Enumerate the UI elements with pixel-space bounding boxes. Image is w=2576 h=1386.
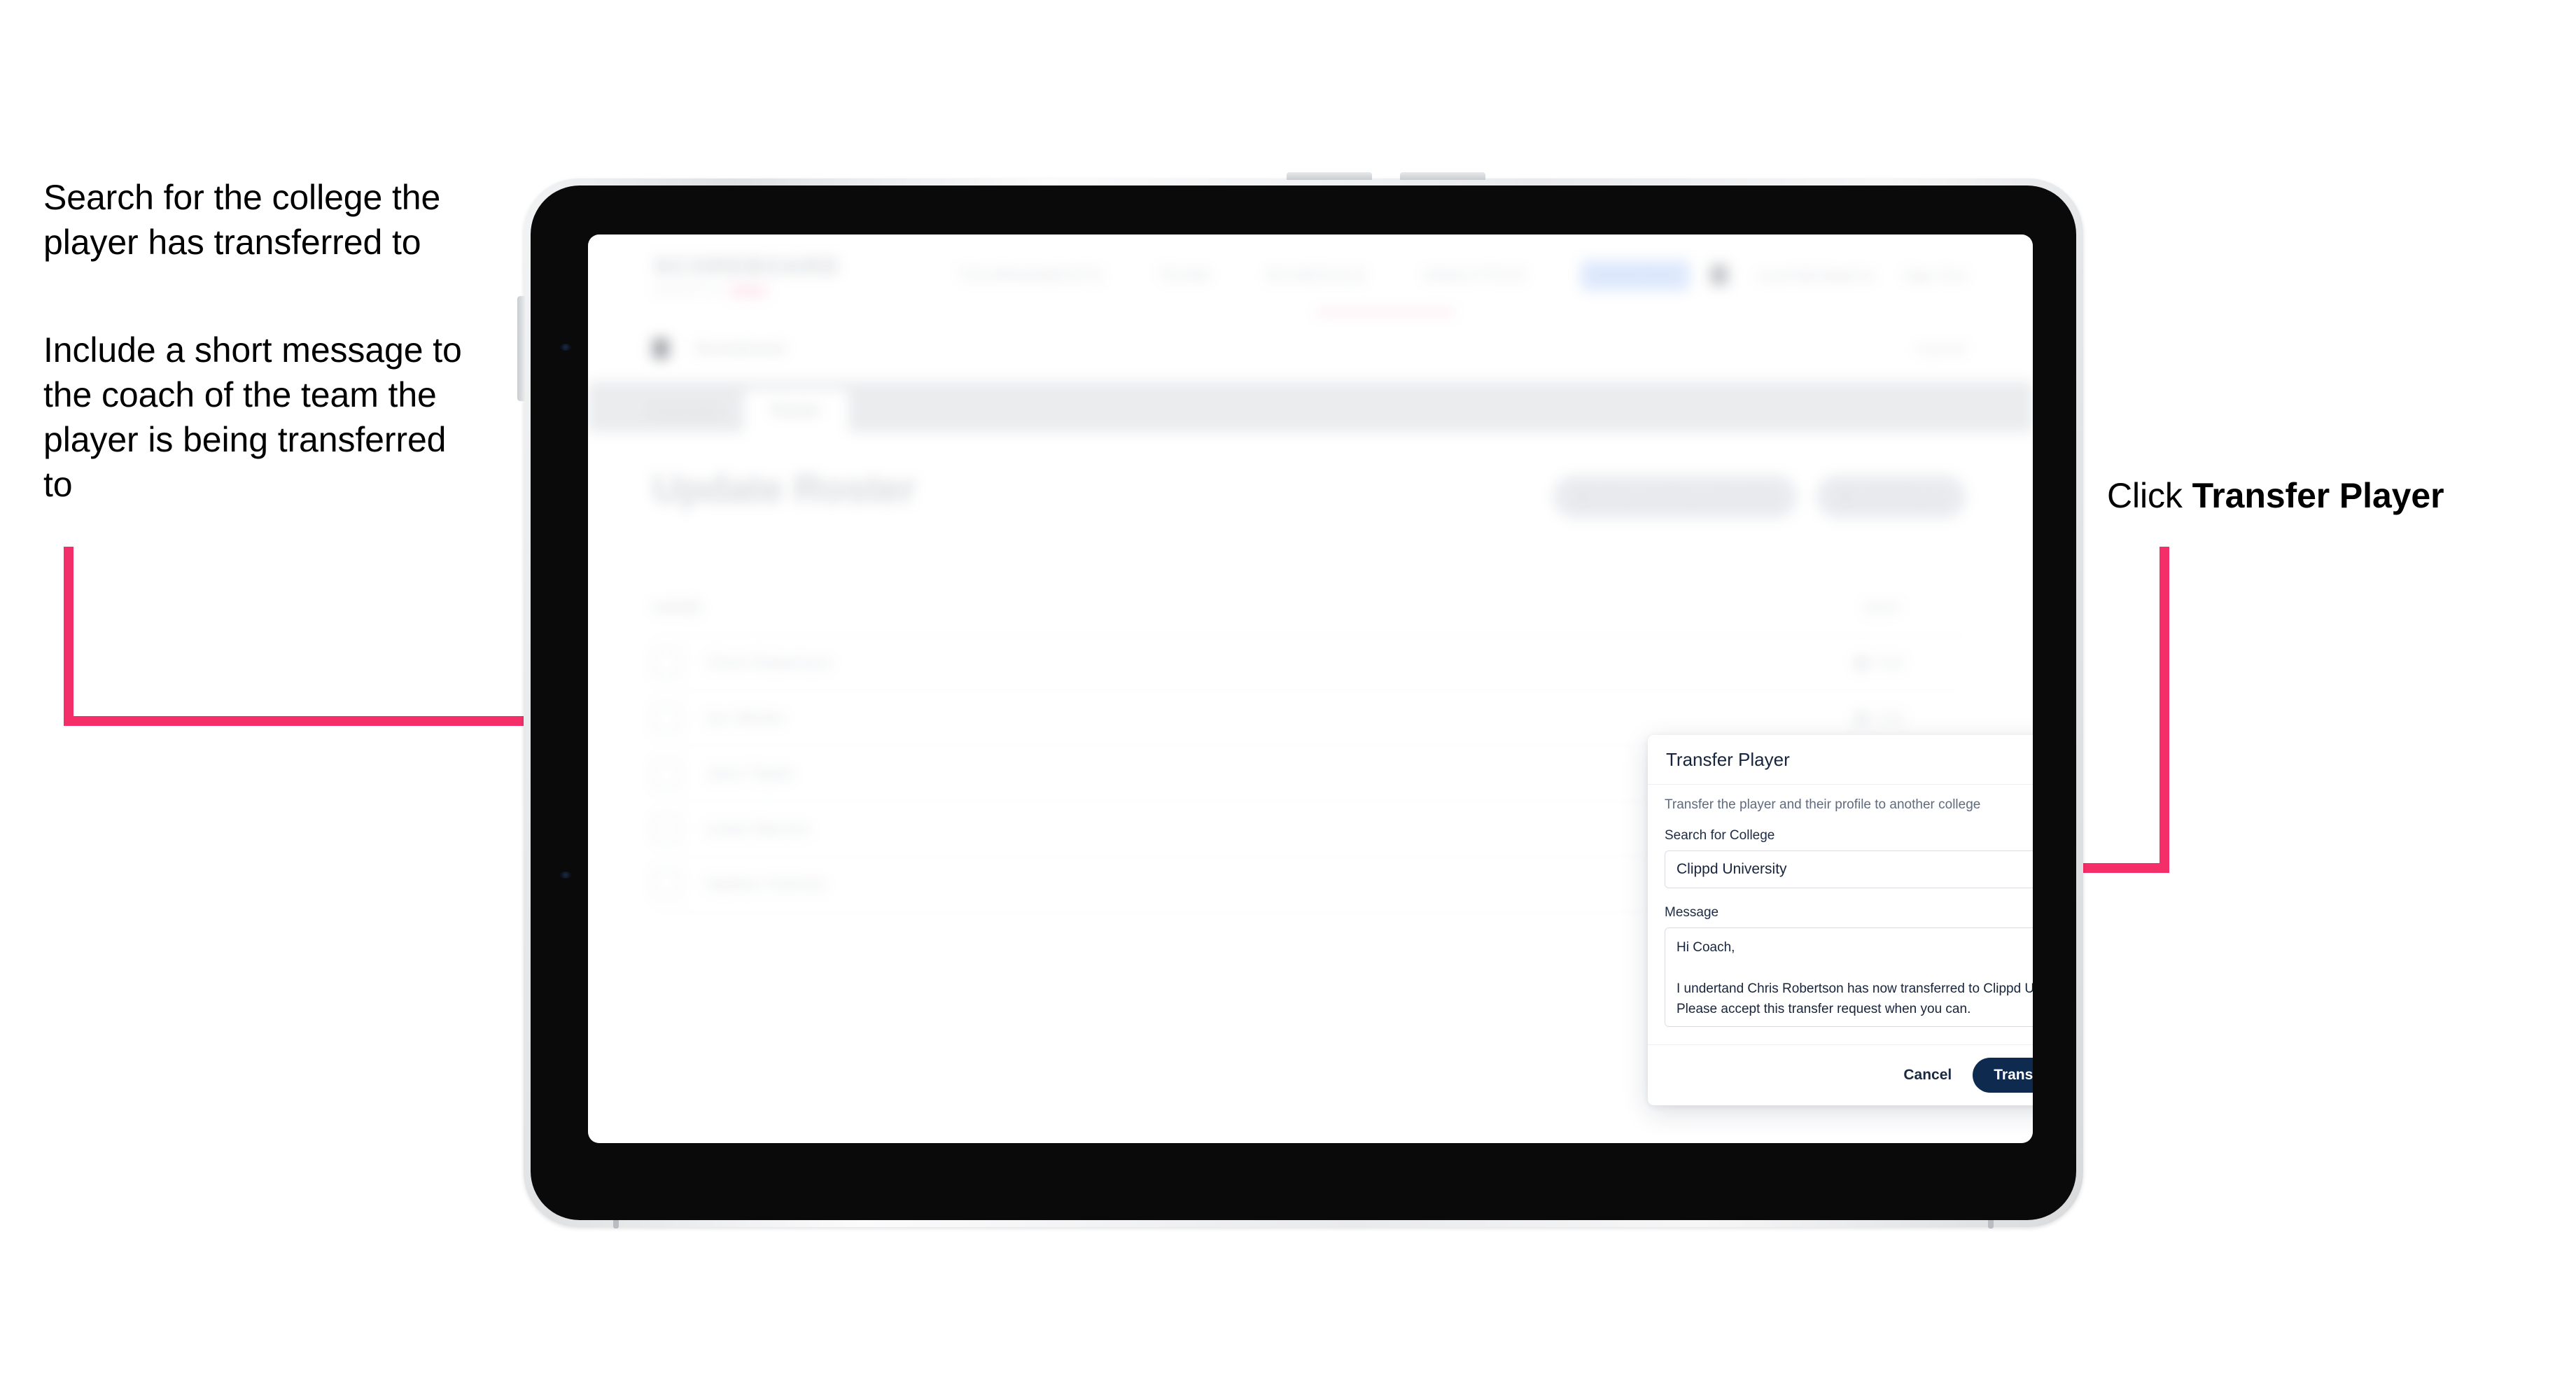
dialog-subtitle: Transfer the player and their profile to… (1665, 797, 1981, 812)
dialog-body: Transfer the player and their profile to… (1648, 785, 2033, 1044)
message-label: Message (1665, 905, 1719, 920)
message-textarea[interactable] (1665, 927, 2033, 1027)
sensor-icon (560, 872, 571, 878)
tablet-foot-right (1988, 1220, 1994, 1228)
dialog-title: Transfer Player (1666, 748, 1790, 770)
volume-down-button[interactable] (1400, 172, 1485, 180)
tablet-screen: SCOREBOARD powered by clippd TOURNAMENTS… (588, 234, 2033, 1143)
cancel-button[interactable]: Cancel (1900, 1063, 1954, 1088)
tablet-foot-left (613, 1220, 619, 1228)
annotation-search-college: Search for the college the player has tr… (43, 178, 441, 262)
front-camera-icon (560, 344, 571, 351)
annotation-right-prefix: Click (2107, 476, 2192, 515)
dialog-footer: Cancel Transfer Player (1648, 1044, 2033, 1105)
annotation-include-message: Include a short message to the coach of … (43, 330, 462, 504)
transfer-player-dialog: Transfer Player Transfer the player and … (1648, 735, 2033, 1105)
search-college-input[interactable] (1665, 850, 2033, 888)
tablet-bezel: SCOREBOARD powered by clippd TOURNAMENTS… (531, 186, 2076, 1220)
transfer-player-button[interactable]: Transfer Player (1973, 1058, 2033, 1093)
search-college-label: Search for College (1665, 828, 1775, 843)
power-button[interactable] (517, 296, 525, 401)
annotation-right-bold: Transfer Player (2192, 476, 2444, 515)
tablet-device-mockup: SCOREBOARD powered by clippd TOURNAMENTS… (517, 172, 2083, 1228)
volume-up-button[interactable] (1287, 172, 1372, 180)
annotation-click-transfer-player: Click Transfer Player (2107, 473, 2541, 518)
dialog-header: Transfer Player (1648, 735, 2033, 785)
